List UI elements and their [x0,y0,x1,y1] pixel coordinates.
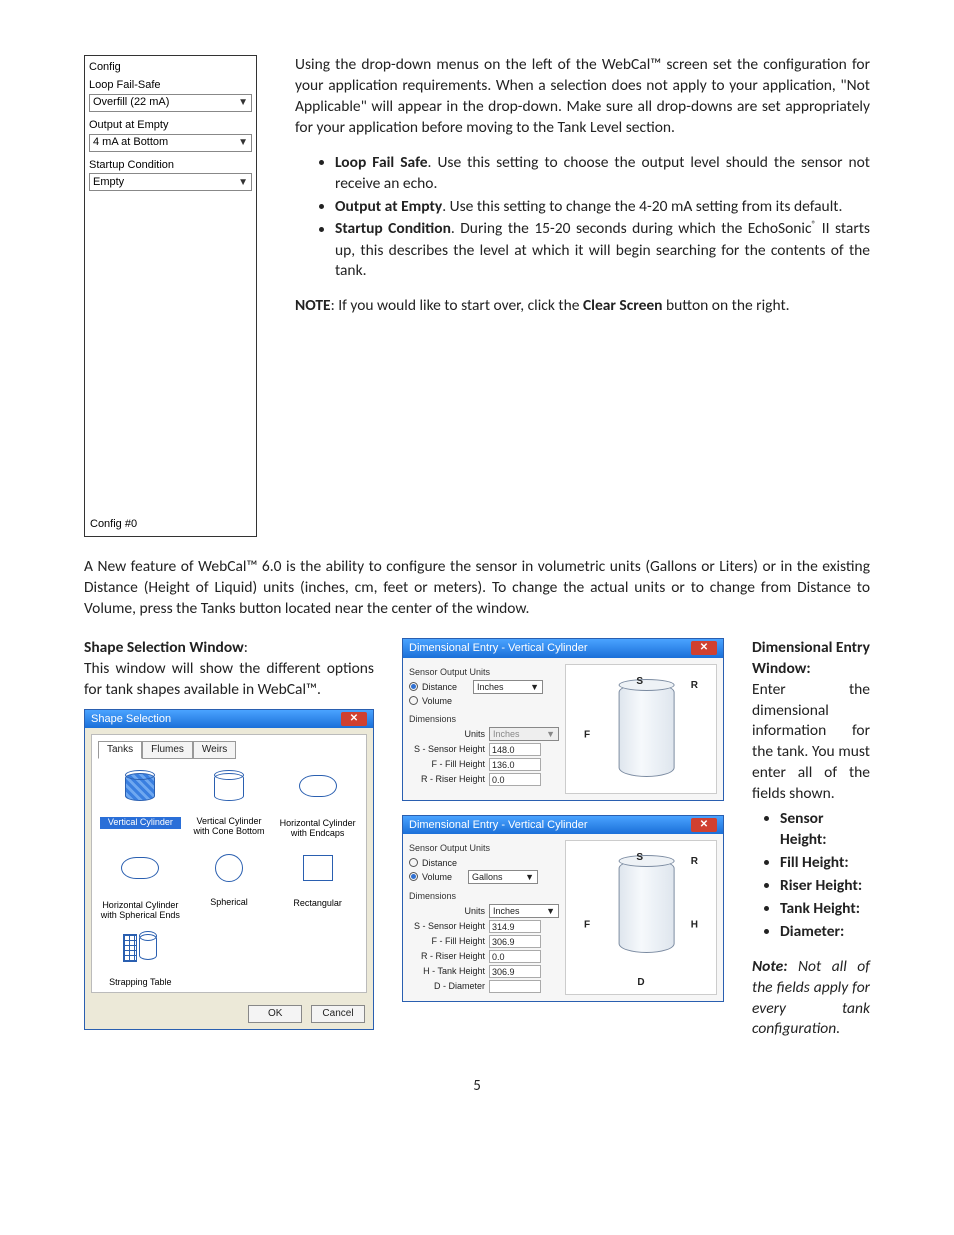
shape-spherical[interactable]: Spherical [187,845,272,923]
shape-horizontal-spherical[interactable]: Horizontal Cylinder with Spherical Ends [98,845,183,923]
config-panel: Config Loop Fail-Safe Overfill (22 mA) ▼… [84,55,257,537]
dim-window-titlebar: Dimensional Entry - Vertical Cylinder ✕ [403,816,723,835]
bullet-startup-condition: Startup Condition. During the 15-20 seco… [335,219,870,282]
dim-diameter: Diameter: [780,922,870,943]
intro-paragraph: Using the drop-down menus on the left of… [295,55,870,139]
feature-paragraph: A New feature of WebCal™ 6.0 is the abil… [84,557,870,620]
page-number: 5 [84,1076,870,1096]
riser-height-field[interactable]: 0.0 [489,773,541,786]
settings-list: Loop Fail Safe. Use this setting to choo… [295,153,870,283]
dimensions-label: Dimensions [409,713,559,725]
radio-distance[interactable]: Distance [409,857,559,869]
dim-riser-height: Riser Height: [780,876,870,897]
shape-window-titlebar: Shape Selection ✕ [85,710,373,729]
bullet-loop-failsafe: Loop Fail Safe. Use this setting to choo… [335,153,870,195]
riser-height-field[interactable]: 0.0 [489,950,541,963]
dim-units-select: Inches▼ [489,727,559,741]
dimensional-entry-window-volume: Dimensional Entry - Vertical Cylinder ✕ … [402,815,724,1002]
shape-selection-window: Shape Selection ✕ Tanks Flumes Weirs Ver… [84,709,374,1030]
radio-icon [409,682,418,691]
startup-condition-value: Empty [93,175,124,190]
config-title: Config [89,60,252,75]
volume-units-select[interactable]: Gallons▼ [468,870,538,884]
dimensions-label: Dimensions [409,890,559,902]
output-empty-select[interactable]: 4 mA at Bottom ▼ [89,134,252,152]
distance-units-select[interactable]: Inches▼ [473,680,543,694]
sensor-height-field[interactable]: 314.9 [489,920,541,933]
shape-window-title: Shape Selection [91,712,171,727]
dim-window-title: Dimensional Entry - Vertical Cylinder [409,818,588,833]
radio-volume[interactable]: Volume Gallons▼ [409,870,559,884]
sensor-height-field[interactable]: 148.0 [489,743,541,756]
tab-weirs[interactable]: Weirs [193,741,236,759]
dim-sensor-height: Sensor Height: [780,809,870,851]
tank-diagram: S R F H D [565,840,717,994]
sensor-output-units-label: Sensor Output Units [409,842,559,854]
tank-height-field[interactable]: 306.9 [489,965,541,978]
sensor-output-units-label: Sensor Output Units [409,666,559,678]
close-icon[interactable]: ✕ [691,641,717,655]
shape-vertical-cone[interactable]: Vertical Cylinder with Cone Bottom [187,763,272,841]
close-icon[interactable]: ✕ [691,818,717,832]
shape-rectangular[interactable]: Rectangular [275,845,360,923]
radio-icon [409,696,418,705]
intro-column: Using the drop-down menus on the left of… [295,55,870,537]
loop-failsafe-value: Overfill (22 mA) [93,95,169,110]
dim-units-select[interactable]: Inches▼ [489,904,559,918]
cancel-button[interactable]: Cancel [311,1005,365,1023]
ok-button[interactable]: OK [248,1005,302,1023]
radio-icon [409,872,418,881]
dim-entry-heading: Dimensional Entry Window: [752,638,870,680]
tank-diagram: S R F [565,664,717,794]
output-empty-value: 4 mA at Bottom [93,135,168,150]
shape-horizontal-endcaps[interactable]: Horizontal Cylinder with Endcaps [275,763,360,841]
diameter-field[interactable] [489,980,541,993]
dim-note: Note: Not all of the fields apply for ev… [752,957,870,1041]
output-empty-label: Output at Empty [89,118,252,133]
config-footer: Config #0 [89,517,252,532]
startup-condition-label: Startup Condition [89,158,252,173]
chevron-down-icon: ▼ [238,176,248,190]
chevron-down-icon: ▼ [238,96,248,110]
chevron-down-icon: ▼ [238,136,248,150]
startup-condition-select[interactable]: Empty ▼ [89,173,252,191]
note-paragraph: NOTE: If you would like to start over, c… [295,296,870,317]
shape-strapping-table[interactable]: Strapping Table [98,926,183,990]
fill-height-field[interactable]: 306.9 [489,935,541,948]
dim-fill-height: Fill Height: [780,853,870,874]
tab-flumes[interactable]: Flumes [142,741,193,759]
dim-window-titlebar: Dimensional Entry - Vertical Cylinder ✕ [403,639,723,658]
radio-distance[interactable]: Distance Inches▼ [409,680,559,694]
bullet-output-empty: Output at Empty. Use this setting to cha… [335,197,870,218]
dim-entry-desc: Enter the dimensional information for th… [752,680,870,806]
dim-window-title: Dimensional Entry - Vertical Cylinder [409,641,588,656]
loop-failsafe-select[interactable]: Overfill (22 mA) ▼ [89,94,252,112]
fill-height-field[interactable]: 136.0 [489,758,541,771]
dimensional-entry-window-distance: Dimensional Entry - Vertical Cylinder ✕ … [402,638,724,801]
radio-icon [409,858,418,867]
shape-vertical-cylinder[interactable]: Vertical Cylinder [98,763,183,841]
shape-selection-text: Shape Selection Window: This window will… [84,638,374,701]
dim-tank-height: Tank Height: [780,899,870,920]
dimensions-list: Sensor Height: Fill Height: Riser Height… [752,809,870,943]
close-icon[interactable]: ✕ [341,712,367,726]
loop-failsafe-label: Loop Fail-Safe [89,78,252,93]
tab-tanks[interactable]: Tanks [98,741,142,759]
radio-volume[interactable]: Volume [409,695,559,707]
